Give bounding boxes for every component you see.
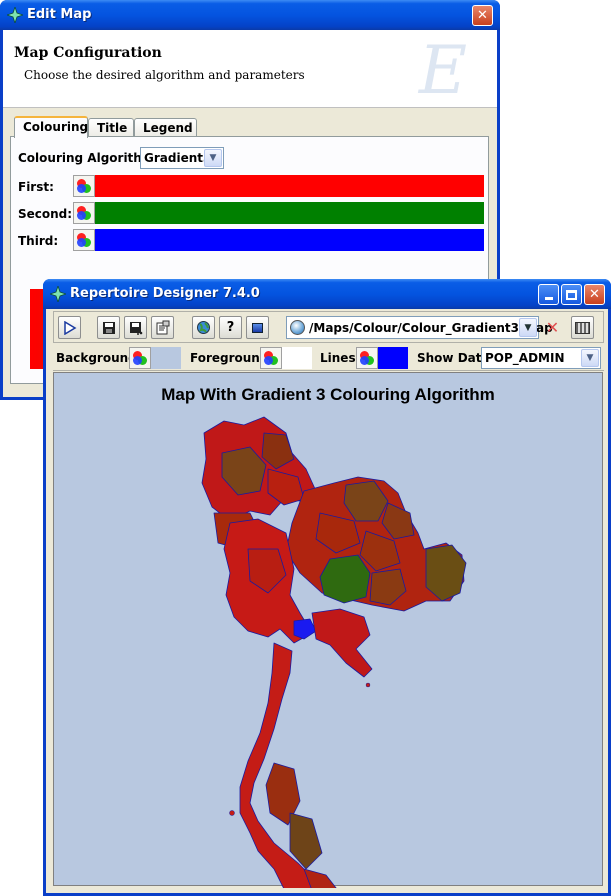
header-banner: Map Configuration Choose the desired alg… <box>3 30 497 109</box>
run-button[interactable] <box>58 316 81 339</box>
save-icon <box>102 321 115 334</box>
second-colour-swatch[interactable] <box>95 202 484 224</box>
app-star-icon <box>7 7 23 23</box>
minimize-button[interactable] <box>538 284 559 305</box>
designer-titlebar[interactable]: Repertoire Designer 7.4.0 ✕ <box>43 279 611 309</box>
tab-colouring[interactable]: Colouring <box>14 116 88 138</box>
map-path-value: /Maps/Colour/Colour_Gradient3.map <box>309 321 553 335</box>
foreground-colour-swatch[interactable] <box>282 347 312 369</box>
chevron-down-icon[interactable]: ▼ <box>581 349 599 367</box>
first-colour-picker-button[interactable] <box>73 175 95 197</box>
help-icon: ? <box>226 320 235 335</box>
map-canvas[interactable]: Map With Gradient 3 Colouring Algorithm <box>53 372 603 888</box>
third-colour-swatch[interactable] <box>95 229 484 251</box>
globe-icon <box>290 320 305 335</box>
map-region <box>293 618 317 640</box>
window-title: Repertoire Designer 7.4.0 <box>70 286 260 301</box>
columns-button[interactable] <box>571 316 594 339</box>
help-button[interactable]: ? <box>219 316 242 339</box>
second-colour-picker-button[interactable] <box>73 202 95 224</box>
properties-button[interactable] <box>151 316 174 339</box>
island-marker <box>365 682 371 688</box>
third-colour-picker-button[interactable] <box>73 229 95 251</box>
map-properties-row: Background: Foreground: Lines: Show Data… <box>53 345 604 371</box>
edit-map-titlebar[interactable]: Edit Map ✕ <box>0 0 500 30</box>
colour-picker-icon <box>77 233 92 248</box>
second-label: Second: <box>18 207 73 221</box>
main-toolbar: ? /Maps/Colour/Colour_Gradient3.map ▼ ✕ <box>53 311 604 343</box>
app-star-icon <box>50 286 66 302</box>
colour-picker-icon <box>77 179 92 194</box>
globe-icon <box>197 321 210 334</box>
tab-legend[interactable]: Legend <box>134 118 197 137</box>
colour-picker-icon <box>360 351 375 366</box>
close-icon: ✕ <box>477 8 488 23</box>
columns-icon <box>575 321 590 334</box>
minimize-icon <box>544 297 553 300</box>
window-title: Edit Map <box>27 7 92 22</box>
lines-colour-swatch[interactable] <box>378 347 408 369</box>
page-title: Map Configuration <box>14 45 162 61</box>
algorithm-select[interactable]: Gradient3 ▼ <box>140 147 224 169</box>
map-region <box>311 608 373 678</box>
maximize-button[interactable] <box>561 284 582 305</box>
close-button[interactable]: ✕ <box>584 284 605 305</box>
algorithm-value: Gradient3 <box>144 151 212 165</box>
repertoire-designer-window: Repertoire Designer 7.4.0 ✕ ? /Maps/Colo… <box>43 279 611 896</box>
properties-icon <box>156 320 170 335</box>
delete-icon: ✕ <box>545 318 560 337</box>
lines-colour-picker-button[interactable] <box>356 347 378 369</box>
colour-picker-icon <box>77 206 92 221</box>
stop-icon <box>252 322 263 333</box>
show-data-select[interactable]: POP_ADMIN ▼ <box>481 347 601 369</box>
tab-title[interactable]: Title <box>88 118 134 137</box>
map-path-select[interactable]: /Maps/Colour/Colour_Gradient3.map ▼ <box>286 316 553 339</box>
lines-label: Lines: <box>320 351 361 365</box>
foreground-colour-picker-button[interactable] <box>260 347 282 369</box>
stop-button[interactable] <box>246 316 269 339</box>
show-data-value: POP_ADMIN <box>485 351 565 365</box>
island-marker <box>229 810 235 816</box>
thailand-choropleth-map[interactable] <box>54 373 602 888</box>
delete-button[interactable]: ✕ <box>541 316 564 339</box>
page-subtitle: Choose the desired algorithm and paramet… <box>24 68 305 82</box>
algorithm-label: Colouring Algorithm: <box>18 151 160 165</box>
designer-client: ? /Maps/Colour/Colour_Gradient3.map ▼ ✕ … <box>46 309 608 893</box>
save-as-icon <box>129 321 142 335</box>
maximize-icon <box>566 289 577 300</box>
background-colour-picker-button[interactable] <box>129 347 151 369</box>
watermark-logo: E <box>418 32 467 109</box>
close-icon: ✕ <box>589 287 600 302</box>
background-colour-swatch[interactable] <box>151 347 181 369</box>
save-button[interactable] <box>97 316 120 339</box>
chevron-down-icon[interactable]: ▼ <box>519 318 537 337</box>
play-icon <box>63 320 76 335</box>
colour-picker-icon <box>264 351 279 366</box>
first-label: First: <box>18 180 54 194</box>
colour-picker-icon <box>133 351 148 366</box>
first-colour-swatch[interactable] <box>95 175 484 197</box>
close-button[interactable]: ✕ <box>472 5 493 26</box>
save-as-button[interactable] <box>124 316 147 339</box>
globe-button[interactable] <box>192 316 215 339</box>
chevron-down-icon[interactable]: ▼ <box>204 149 222 167</box>
third-label: Third: <box>18 234 59 248</box>
